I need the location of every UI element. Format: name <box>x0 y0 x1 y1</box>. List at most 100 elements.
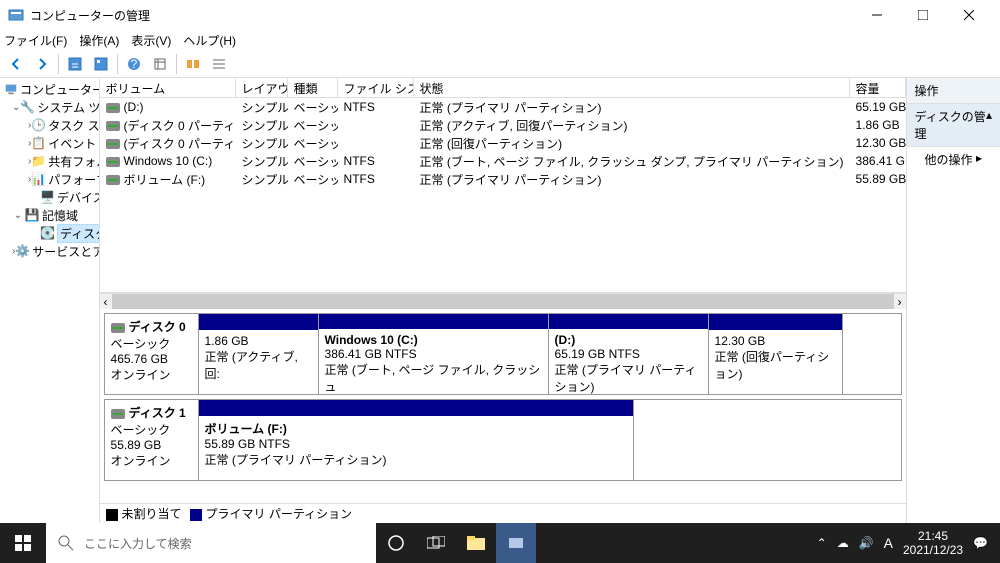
disk-row: ディスク 1ベーシック55.89 GBオンラインボリューム (F:)55.89 … <box>104 399 902 481</box>
drive-icon <box>111 323 125 333</box>
tray-volume-icon[interactable]: 🔊 <box>859 536 874 550</box>
tray-overflow-icon[interactable]: ⌃ <box>817 536 827 550</box>
col-fs[interactable]: ファイル システム <box>338 78 414 97</box>
tree-perf[interactable]: ›📊パフォーマンス <box>2 170 97 188</box>
volume-list-header: ボリューム レイアウト 種類 ファイル システム 状態 容量 <box>100 78 906 98</box>
disk-info[interactable]: ディスク 0ベーシック465.76 GBオンライン <box>105 314 199 394</box>
drive-icon <box>106 157 120 167</box>
partition[interactable]: 1.86 GB正常 (アクティブ, 回: <box>199 314 319 394</box>
h-scrollbar[interactable]: ‹› <box>100 293 906 309</box>
services-icon: ⚙️ <box>15 243 30 259</box>
actions-header: 操作 <box>907 78 1000 104</box>
device-icon: 🖥️ <box>40 189 55 205</box>
menubar: ファイル(F) 操作(A) 表示(V) ヘルプ(H) <box>0 30 1000 50</box>
legend-unalloc: 未割り当て <box>106 505 182 522</box>
col-type[interactable]: 種類 <box>288 78 338 97</box>
search-box[interactable]: ここに入力して検索 <box>46 523 376 563</box>
taskbar: ここに入力して検索 ⌃ ☁ 🔊 A 21:45 2021/12/23 💬 <box>0 523 1000 563</box>
help-button[interactable]: ? <box>122 52 146 76</box>
minimize-button[interactable] <box>854 0 900 30</box>
actions-panel: 操作 ディスクの管理▴ 他の操作▸ <box>907 78 1000 523</box>
explorer-button[interactable] <box>456 523 496 563</box>
list-button[interactable] <box>207 52 231 76</box>
tree-eventvwr[interactable]: ›📋イベント ビューアー <box>2 134 97 152</box>
settings-button[interactable] <box>181 52 205 76</box>
volume-row[interactable]: ボリューム (F:) シンプル ベーシック NTFS 正常 (プライマリ パーテ… <box>100 170 906 188</box>
menu-file[interactable]: ファイル(F) <box>4 32 67 49</box>
clock-date: 2021/12/23 <box>903 543 963 557</box>
expand-icon[interactable]: ⌄ <box>12 210 24 221</box>
menu-view[interactable]: 表示(V) <box>131 32 171 49</box>
partition[interactable]: (D:)65.19 GB NTFS正常 (プライマリ パーティション) <box>549 314 709 394</box>
col-volume[interactable]: ボリューム <box>100 78 236 97</box>
properties-button[interactable] <box>89 52 113 76</box>
menu-action[interactable]: 操作(A) <box>79 32 119 49</box>
clock[interactable]: 21:45 2021/12/23 <box>903 529 963 558</box>
actions-disk[interactable]: ディスクの管理▴ <box>907 104 1000 147</box>
tree-systools[interactable]: ⌄🔧システム ツール <box>2 98 97 116</box>
col-status[interactable]: 状態 <box>414 78 850 97</box>
volume-list[interactable]: (D:) シンプル ベーシック NTFS 正常 (プライマリ パーティション) … <box>100 98 906 293</box>
titlebar: コンピューターの管理 <box>0 0 1000 30</box>
maximize-button[interactable] <box>900 0 946 30</box>
col-layout[interactable]: レイアウト <box>236 78 288 97</box>
taskview-button[interactable] <box>416 523 456 563</box>
drive-icon <box>106 139 120 149</box>
system-tray: ⌃ ☁ 🔊 A 21:45 2021/12/23 💬 <box>805 523 1000 563</box>
search-placeholder: ここに入力して検索 <box>84 535 192 552</box>
legend-primary: プライマリ パーティション <box>190 505 353 522</box>
tree-services[interactable]: ›⚙️サービスとアプリケーション <box>2 242 97 260</box>
back-button[interactable] <box>4 52 28 76</box>
partition[interactable]: Windows 10 (C:)386.41 GB NTFS正常 (ブート, ペー… <box>319 314 549 394</box>
drive-icon <box>106 121 120 131</box>
partition[interactable]: ボリューム (F:)55.89 GB NTFS正常 (プライマリ パーティション… <box>199 400 634 480</box>
tree-tasksched[interactable]: ›🕒タスク スケジューラ <box>2 116 97 134</box>
search-icon <box>58 535 74 551</box>
tree-shared[interactable]: ›📁共有フォルダー <box>2 152 97 170</box>
close-button[interactable] <box>946 0 992 30</box>
col-cap[interactable]: 容量 <box>850 78 906 97</box>
partition[interactable]: 12.30 GB正常 (回復パーティション) <box>709 314 843 394</box>
clock-icon: 🕒 <box>31 117 46 133</box>
toolbar: ? <box>0 50 1000 78</box>
volume-row[interactable]: (D:) シンプル ベーシック NTFS 正常 (プライマリ パーティション) … <box>100 98 906 116</box>
actions-other[interactable]: 他の操作▸ <box>907 147 1000 172</box>
tray-onedrive-icon[interactable]: ☁ <box>837 536 849 550</box>
tree-storage[interactable]: ⌄💾記憶域 <box>2 206 97 224</box>
volume-row[interactable]: (ディスク 0 パーティション 4) シンプル ベーシック 正常 (回復パーティ… <box>100 134 906 152</box>
perf-icon: 📊 <box>31 171 46 187</box>
notifications-icon[interactable]: 💬 <box>973 536 988 550</box>
tree-root[interactable]: コンピューターの管理 (ローカル) <box>2 80 97 98</box>
cortana-button[interactable] <box>376 523 416 563</box>
forward-button[interactable] <box>30 52 54 76</box>
volume-row[interactable]: (ディスク 0 パーティション 1) シンプル ベーシック 正常 (アクティブ,… <box>100 116 906 134</box>
disk-info[interactable]: ディスク 1ベーシック55.89 GBオンライン <box>105 400 199 480</box>
legend: 未割り当て プライマリ パーティション <box>100 503 906 523</box>
tools-icon: 🔧 <box>20 99 35 115</box>
tree-devmgr[interactable]: 🖥️デバイス マネージャー <box>2 188 97 206</box>
computer-icon <box>4 81 18 97</box>
svg-text:?: ? <box>131 57 138 71</box>
up-button[interactable] <box>63 52 87 76</box>
tree-diskmgmt[interactable]: 💽ディスクの管理 <box>2 224 97 242</box>
expand-icon[interactable]: ⌄ <box>12 102 20 113</box>
drive-icon <box>106 175 120 185</box>
drive-icon <box>111 409 125 419</box>
event-icon: 📋 <box>31 135 46 151</box>
menu-help[interactable]: ヘルプ(H) <box>183 32 236 49</box>
refresh-button[interactable] <box>148 52 172 76</box>
start-button[interactable] <box>0 523 46 563</box>
collapse-icon: ▴ <box>986 108 992 142</box>
clock-time: 21:45 <box>903 529 963 543</box>
drive-icon <box>106 103 120 113</box>
disk-icon: 💽 <box>40 225 55 241</box>
main-panel: ボリューム レイアウト 種類 ファイル システム 状態 容量 (D:) シンプル… <box>100 78 907 523</box>
diskmgmt-taskbar-button[interactable] <box>496 523 536 563</box>
window-title: コンピューターの管理 <box>30 7 854 24</box>
chevron-right-icon: ▸ <box>976 151 982 168</box>
app-icon <box>8 7 24 23</box>
nav-tree[interactable]: コンピューターの管理 (ローカル) ⌄🔧システム ツール ›🕒タスク スケジュー… <box>0 78 100 523</box>
disk-row: ディスク 0ベーシック465.76 GBオンライン1.86 GB正常 (アクティ… <box>104 313 902 395</box>
tray-ime[interactable]: A <box>884 535 893 551</box>
volume-row[interactable]: Windows 10 (C:) シンプル ベーシック NTFS 正常 (ブート,… <box>100 152 906 170</box>
